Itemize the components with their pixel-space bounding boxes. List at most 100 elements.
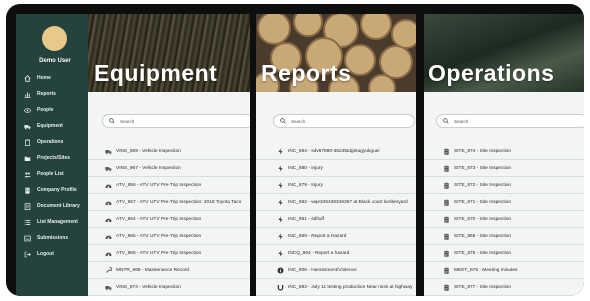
- list-item[interactable]: SITE_874 - Site Inspection: [424, 143, 584, 160]
- bolt-icon: [276, 232, 284, 240]
- sidebar-item-projects[interactable]: Projects/Sites: [23, 152, 93, 164]
- list-item[interactable]: VINS_974 - Vehicle Inspection: [88, 279, 250, 296]
- clipboard-icon: [442, 147, 450, 155]
- list-item-text: ATV_956 - ATV UTV Pre-Trip Inspection: [116, 182, 202, 188]
- sidebar: Demo User Home Reports People Equipment …: [16, 14, 94, 296]
- list-item-text: ATV_966 - ATV UTV Pre-Trip Inspection: [116, 250, 202, 256]
- sidebar-item-people-list[interactable]: People List: [23, 168, 93, 180]
- list-item[interactable]: ATV_965 - ATV UTV Pre-Trip Inspection: [88, 228, 250, 245]
- truck-icon: [23, 122, 31, 130]
- sidebar-item-label: Projects/Sites: [37, 155, 71, 161]
- list-item[interactable]: INC_862 - wqe345436346367 at Black court…: [256, 194, 416, 211]
- sidebar-item-label: People List: [37, 171, 64, 177]
- search-icon: [109, 118, 115, 124]
- list-item[interactable]: SITE_875 - Site Inspection: [424, 245, 584, 262]
- sidebar-item-label: Operations: [37, 139, 64, 145]
- sidebar-item-label: Company Profile: [37, 187, 77, 193]
- list-item[interactable]: SITE_871 - Site Inspection: [424, 194, 584, 211]
- list-item[interactable]: SITE_868 - Site Inspection: [424, 228, 584, 245]
- atv-icon: [104, 198, 112, 206]
- list-item-text: MEET_876 - Meeting minutes: [454, 267, 518, 273]
- search-icon: [280, 118, 286, 124]
- list-item-text: SITE_870 - Site Inspection: [454, 216, 512, 222]
- list-item-text: SITE_868 - Site Inspection: [454, 233, 512, 239]
- record-list: SITE_874 - Site Inspection SITE_873 - Si…: [424, 143, 584, 296]
- eye-icon: [23, 106, 31, 114]
- inbox-icon: [23, 234, 31, 242]
- list-item-text: SITE_871 - Site Inspection: [454, 199, 512, 205]
- list-item-text: INC_880 - Injury: [288, 165, 323, 171]
- list-item-text: SITE_873 - Site Inspection: [454, 165, 512, 171]
- list-item-text: ATV_965 - ATV UTV Pre-Trip Inspection: [116, 233, 202, 239]
- list-icon: [23, 218, 31, 226]
- list-item[interactable]: ATV_964 - ATV UTV Pre-Trip Inspection: [88, 211, 250, 228]
- list-item-text: INC_908 - Harassment/Violence: [288, 267, 357, 273]
- search-placeholder: Search: [291, 118, 306, 124]
- list-item[interactable]: ATV_956 - ATV UTV Pre-Trip Inspection: [88, 177, 250, 194]
- app-window: Demo User Home Reports People Equipment …: [6, 4, 584, 296]
- search-input[interactable]: Search: [102, 114, 250, 128]
- sidebar-item-home[interactable]: Home: [23, 72, 93, 84]
- list-item[interactable]: SITE_877 - Site Inspection: [424, 279, 584, 296]
- avatar[interactable]: [42, 26, 67, 51]
- sidebar-item-label: Home: [37, 75, 51, 81]
- list-item-text: VINS_967 - Vehicle Inspection: [116, 165, 181, 171]
- clipboard-icon: [442, 232, 450, 240]
- list-item[interactable]: MNTR_968 - Maintenance Record: [88, 262, 250, 279]
- list-item[interactable]: ATV_966 - ATV UTV Pre-Trip Inspection: [88, 245, 250, 262]
- sidebar-item-company-profile[interactable]: Company Profile: [23, 184, 93, 196]
- sidebar-item-label: Reports: [37, 91, 56, 97]
- list-item[interactable]: ATV_957 - ATV UTV Pre-Trip Inspection: 2…: [88, 194, 250, 211]
- list-item[interactable]: MEET_876 - Meeting minutes: [424, 262, 584, 279]
- list-item-text: SITE_877 - Site Inspection: [454, 284, 512, 290]
- sidebar-item-label: Equipment: [37, 123, 63, 129]
- list-item[interactable]: VINS_967 - Vehicle Inspection: [88, 160, 250, 177]
- bolt-icon: [276, 164, 284, 172]
- sidebar-item-list-management[interactable]: List Management: [23, 216, 93, 228]
- truck-icon: [104, 164, 112, 172]
- sidebar-item-logout[interactable]: Logout: [23, 248, 93, 260]
- list-item[interactable]: INC_908 - Harassment/Violence: [256, 262, 416, 279]
- sidebar-item-equipment[interactable]: Equipment: [23, 120, 93, 132]
- list-item-text: INC_862 - wqe345436346367 at Black court…: [288, 199, 408, 205]
- bolt-icon: [276, 181, 284, 189]
- panel-title: Equipment: [94, 60, 218, 86]
- list-item[interactable]: INC_869 - Report a Hazard: [256, 228, 416, 245]
- list-item[interactable]: SITE_870 - Site Inspection: [424, 211, 584, 228]
- user-name: Demo User: [39, 58, 71, 64]
- list-item[interactable]: INC_864 - sdv67890-35235tdgetugyukguei: [256, 143, 416, 160]
- list-item[interactable]: INCQ_864 - Report a hazard: [256, 245, 416, 262]
- folder-icon: [23, 154, 31, 162]
- list-item[interactable]: INC_879 - Injury: [256, 177, 416, 194]
- search-input[interactable]: Search: [436, 114, 584, 128]
- logout-icon: [23, 250, 31, 258]
- list-item[interactable]: INC_883 - July 11 testing production Nea…: [256, 279, 416, 296]
- sidebar-item-label: Submissions: [37, 235, 69, 241]
- sidebar-item-operations[interactable]: Operations: [23, 136, 93, 148]
- clipboard-icon: [442, 249, 450, 257]
- list-item-text: VINS_869 - Vehicle Inspection: [116, 148, 181, 154]
- clipboard-icon: [442, 215, 450, 223]
- sidebar-item-reports[interactable]: Reports: [23, 88, 93, 100]
- book-icon: [23, 202, 31, 210]
- list-item-text: MNTR_968 - Maintenance Record: [116, 267, 190, 273]
- list-item[interactable]: VINS_869 - Vehicle Inspection: [88, 143, 250, 160]
- sidebar-item-submissions[interactable]: Submissions: [23, 232, 93, 244]
- reports-panel: Reports Search INC_864 - sdv67890-35235t…: [256, 14, 416, 296]
- list-item[interactable]: INC_861 - sdfsdf: [256, 211, 416, 228]
- list-item-text: INC_864 - sdv67890-35235tdgetugyukguei: [288, 148, 380, 154]
- chart-icon: [23, 90, 31, 98]
- list-item-text: SITE_872 - Site Inspection: [454, 182, 512, 188]
- atv-icon: [104, 232, 112, 240]
- equipment-panel: Equipment Search VINS_869 - Vehicle Insp…: [88, 14, 250, 296]
- list-item[interactable]: SITE_872 - Site Inspection: [424, 177, 584, 194]
- atv-icon: [104, 215, 112, 223]
- sidebar-item-label: Logout: [37, 251, 54, 257]
- sidebar-item-people[interactable]: People: [23, 104, 93, 116]
- list-item[interactable]: SITE_873 - Site Inspection: [424, 160, 584, 177]
- sidebar-item-document-library[interactable]: Document Library: [23, 200, 93, 212]
- sidebar-item-label: Document Library: [37, 203, 80, 209]
- bolt-icon: [276, 215, 284, 223]
- list-item[interactable]: INC_880 - Injury: [256, 160, 416, 177]
- search-input[interactable]: Search: [273, 114, 415, 128]
